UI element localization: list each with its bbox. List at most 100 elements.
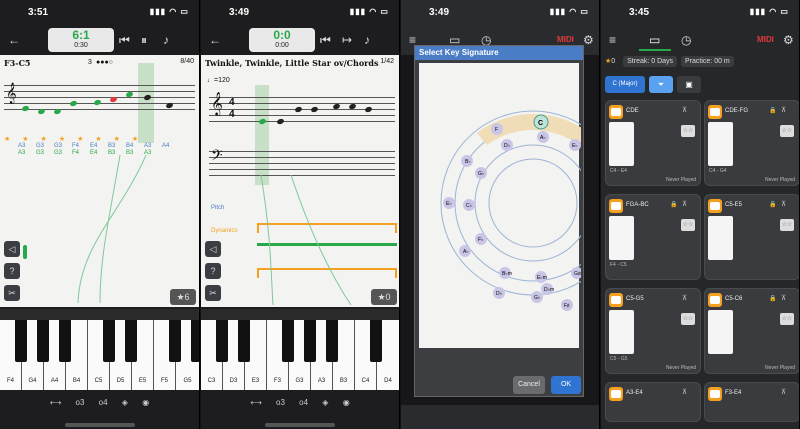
key-signature-dialog: Select Key Signature C F D♭ A♭ E♭ B♭ G♭ …	[414, 45, 626, 397]
lesson-card[interactable]: C5-E5 🔒 ⊼ ☆☆	[704, 194, 799, 280]
metronome-icon[interactable]: ♪	[364, 33, 370, 47]
svg-text:A♭: A♭	[463, 249, 469, 255]
piano-icon	[708, 293, 722, 307]
expand-icon[interactable]: ⟷	[50, 398, 61, 407]
piano-keyboard[interactable]: C3 D3 E3 F3 G3 A3 B3 C4 D4	[201, 320, 399, 390]
cancel-button[interactable]: Cancel	[513, 376, 545, 394]
help-icon[interactable]: ?	[205, 263, 221, 279]
pin-icon: ⊼	[682, 295, 688, 302]
selected-key: C	[538, 120, 543, 127]
stats-row: ★0 Streak: 0 Days Practice: 00 m	[605, 56, 734, 67]
svg-text:G♭: G♭	[534, 295, 540, 301]
playhead-highlight	[255, 85, 269, 185]
svg-text:E♭: E♭	[572, 143, 578, 149]
skip-back-icon[interactable]: ⏮	[320, 33, 331, 48]
lesson-card[interactable]: FGA-BC 🔒 ⊼ ☆☆ F4 - C5	[605, 194, 701, 280]
status-bar: 3:45 ▮▮▮ ◠ ▭	[601, 0, 799, 26]
active-tab-indicator	[639, 49, 671, 51]
metronome-icon[interactable]: ♪	[163, 33, 169, 47]
help-icon[interactable]: ?	[4, 263, 20, 279]
octave-down-button[interactable]: o3	[276, 398, 285, 407]
range-title: F3-C5	[4, 58, 31, 68]
volume-icon[interactable]: ◁	[205, 241, 221, 257]
lesson-card[interactable]: C5-G5 ⊼ ☆☆ C5 - G5 Never Played	[605, 288, 701, 374]
score-badge: ★6	[170, 289, 196, 305]
menu-icon[interactable]: ≡	[609, 33, 616, 47]
lock-icon: 🔒	[769, 202, 777, 208]
svg-text:C♭: C♭	[466, 203, 472, 209]
pause-icon[interactable]: ⏸	[141, 33, 147, 48]
streak-label: Streak: 0 Days	[623, 56, 678, 67]
svg-text:G♯m: G♯m	[574, 271, 581, 277]
book-icon[interactable]: ▭	[649, 33, 660, 47]
key-filter-button[interactable]: C (Major)	[605, 76, 645, 93]
guide-curves	[260, 175, 352, 305]
tools-icon[interactable]: ✂	[4, 285, 20, 301]
level-indicator	[23, 245, 27, 259]
piano-icon	[708, 105, 722, 119]
rating-stars-icon: ☆☆	[780, 313, 794, 325]
settings-gear-icon[interactable]: ⚙	[783, 33, 794, 47]
dialog-title: Select Key Signature	[415, 46, 583, 60]
svg-text:G♭: G♭	[478, 171, 484, 177]
pin-icon: ⊼	[682, 201, 688, 208]
sheet-music: Twinkle, Twinkle, Little Star ov/Chords …	[201, 55, 399, 307]
pin-icon: ⊼	[781, 201, 787, 208]
svg-text:A♭: A♭	[540, 135, 546, 141]
practice-panel-2: 3:49 ▮▮▮ ◠ ▭ ← 0:0 0:00 ⏮ ↦ ♪ Twinkle, T…	[201, 0, 400, 429]
layers-icon[interactable]: ◈	[322, 398, 328, 407]
status-bar: 3:49 ▮▮▮ ◠ ▭	[201, 0, 399, 26]
svg-text:D♭: D♭	[504, 143, 510, 149]
pin-icon: ⊼	[781, 295, 787, 302]
clock: 3:49	[229, 7, 250, 18]
svg-text:B♭: B♭	[465, 159, 471, 165]
back-arrow-icon[interactable]: ←	[8, 33, 20, 47]
octave-up-button[interactable]: o4	[299, 398, 308, 407]
lesson-thumbnail	[708, 122, 733, 166]
key-number-strip	[0, 309, 199, 320]
lesson-card[interactable]: F3-E4 ⊼	[704, 382, 799, 422]
record-icon[interactable]: ◉	[343, 398, 350, 407]
lesson-thumbnail	[609, 122, 634, 166]
rating-stars-icon: ☆☆	[780, 125, 794, 137]
lesson-thumbnail	[708, 216, 733, 260]
back-arrow-icon[interactable]: ←	[209, 33, 221, 47]
layers-icon[interactable]: ◈	[122, 398, 128, 407]
record-icon[interactable]: ◉	[142, 398, 149, 407]
bottom-toolbar: ⟷ o3 o4 ◈ ◉	[0, 392, 199, 416]
session-counter: 0:0 0:00	[249, 28, 315, 52]
circle-of-fifths[interactable]: C F D♭ A♭ E♭ B♭ G♭ E♭ C♭ A♭ F♭ B♭m D♭ E♭…	[419, 63, 626, 348]
lesson-thumbnail	[609, 216, 634, 260]
midi-label[interactable]: MIDI	[557, 35, 574, 44]
tools-icon[interactable]: ✂	[205, 285, 221, 301]
signal-icons: ▮▮▮ ◠ ▭	[549, 7, 589, 16]
status-bar: 3:49 ▮▮▮ ◠ ▭	[401, 0, 599, 26]
expand-icon[interactable]: ⟷	[250, 398, 261, 407]
piano-icon	[609, 199, 623, 213]
octave-down-button[interactable]: o3	[76, 398, 85, 407]
session-counter: 6:1 0:30	[48, 28, 114, 52]
volume-icon[interactable]: ◁	[4, 241, 20, 257]
history-icon[interactable]: ◷	[681, 33, 691, 47]
rating-stars-icon: ☆☆	[681, 313, 695, 325]
lock-icon: 🔒	[769, 296, 777, 302]
skip-back-icon[interactable]: ⏮	[119, 33, 130, 48]
clock: 3:45	[629, 7, 650, 18]
filter-icon[interactable]: ⏷	[649, 76, 673, 93]
svg-text:D♭m: D♭m	[544, 287, 554, 293]
guide-curves	[77, 155, 147, 304]
ok-button[interactable]: OK	[551, 376, 581, 394]
svg-text:E♭: E♭	[446, 201, 452, 207]
save-icon[interactable]: ▣	[677, 76, 701, 93]
lesson-card[interactable]: A3-E4 ⊼	[605, 382, 701, 422]
counter-main: 6:1	[72, 28, 90, 42]
lesson-card[interactable]: CDE ⊼ ☆☆ C4 - E4 Never Played	[605, 100, 701, 186]
loop-icon[interactable]: ↦	[342, 33, 352, 47]
settings-gear-icon[interactable]: ⚙	[583, 33, 594, 47]
midi-label[interactable]: MIDI	[757, 35, 774, 44]
tempo-marking: ♩=120	[207, 77, 230, 84]
octave-up-button[interactable]: o4	[99, 398, 108, 407]
lesson-card[interactable]: CDE-FG 🔒 ⊼ ☆☆ C4 - G4 Never Played	[704, 100, 799, 186]
piano-keyboard[interactable]: F4 G4 A4 B4 C5 D5 E5 F5 G5	[0, 320, 199, 390]
lesson-card[interactable]: C5-C6 🔒 ⊼ ☆☆ Never Played	[704, 288, 799, 374]
